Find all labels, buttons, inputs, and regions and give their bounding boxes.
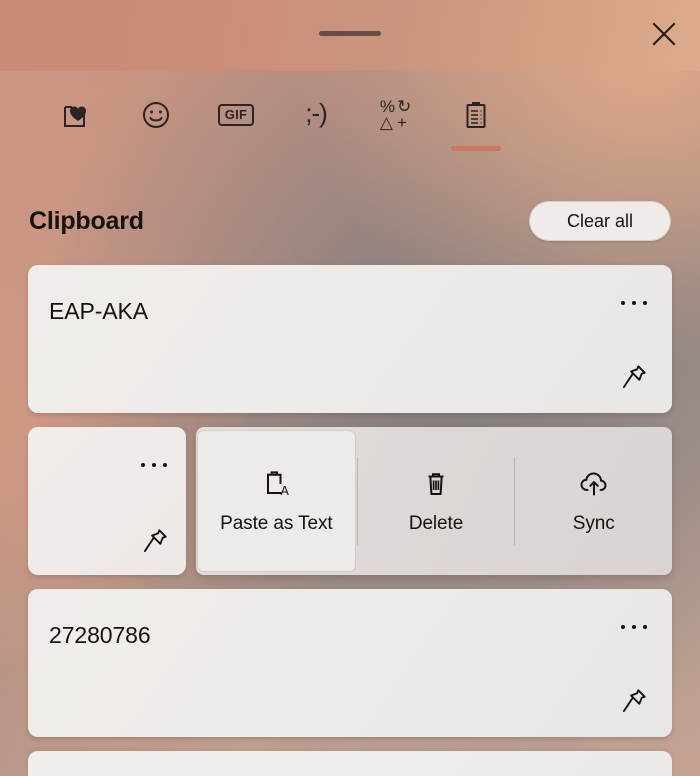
tab-clipboard[interactable] [436, 71, 516, 157]
tab-symbols[interactable]: % ↻ △ + [356, 71, 436, 157]
clipboard-flyout-window: GIF ;-) % ↻ △ + Clipboard Clear all EAP-… [0, 0, 700, 776]
clipboard-item-more-button[interactable] [612, 609, 656, 645]
gif-label: GIF [217, 104, 255, 126]
menu-item-label: Delete [408, 513, 464, 534]
symbol-plus: + [397, 113, 407, 132]
clipboard-item-more-button[interactable] [132, 447, 176, 483]
close-icon [649, 19, 679, 49]
cloud-upload-icon [577, 467, 611, 501]
clipboard-item-pin-button[interactable] [612, 359, 656, 399]
pin-icon [619, 686, 649, 721]
svg-text:A: A [281, 484, 290, 498]
symbols-glyph-grid: % ↻ △ + [379, 98, 412, 132]
menu-item-sync[interactable]: Sync [515, 427, 672, 575]
symbol-triangle: △ [379, 113, 393, 132]
clipboard-item-text: 27280786 [49, 622, 151, 648]
menu-item-delete[interactable]: Delete [358, 427, 515, 575]
tab-strip: GIF ;-) % ↻ △ + [0, 71, 700, 165]
clipboard-item[interactable]: EAP-AKA [28, 265, 672, 413]
clipboard-item-context-menu: A Paste as Text Delete Sync [196, 427, 672, 575]
ellipsis-icon [621, 625, 647, 629]
close-button[interactable] [640, 10, 688, 58]
recently-used-icon [54, 93, 98, 137]
tab-emoji[interactable] [116, 71, 196, 157]
menu-item-label: Paste as Text [220, 513, 333, 534]
tab-underline-active [451, 146, 501, 151]
clipboard-item[interactable]: 27280786 [28, 589, 672, 737]
menu-item-paste-as-text[interactable]: A Paste as Text [198, 431, 355, 571]
clipboard-item-partial[interactable] [28, 751, 672, 776]
ellipsis-icon [621, 301, 647, 305]
ellipsis-icon [141, 463, 167, 467]
gif-icon: GIF [214, 93, 258, 137]
clipboard-item-with-menu: A Paste as Text Delete Sync [28, 427, 672, 575]
clear-all-label: Clear all [566, 210, 634, 231]
pin-icon [619, 362, 649, 397]
tab-gif[interactable]: GIF [196, 71, 276, 157]
clipboard-item-text: EAP-AKA [49, 298, 149, 324]
clipboard-item-pin-button[interactable] [612, 683, 656, 723]
trash-icon [419, 467, 453, 501]
title-bar [0, 0, 700, 71]
tab-recently-used[interactable] [36, 71, 116, 157]
clipboard-section-header: Clipboard Clear all [0, 192, 700, 250]
clipboard-item-pin-button[interactable] [134, 523, 176, 563]
symbols-icon: % ↻ △ + [374, 93, 418, 137]
clear-all-button[interactable]: Clear all [529, 201, 671, 241]
window-drag-handle[interactable] [319, 31, 381, 36]
kaomoji-label: ;-) [305, 98, 328, 128]
clipboard-text-icon: A [259, 467, 293, 501]
clipboard-item[interactable] [28, 427, 186, 575]
smiley-face-icon [134, 93, 178, 137]
kaomoji-icon: ;-) [294, 93, 338, 137]
menu-item-label: Sync [572, 513, 615, 534]
pin-icon [140, 526, 170, 561]
tab-kaomoji[interactable]: ;-) [276, 71, 356, 157]
clipboard-item-more-button[interactable] [612, 285, 656, 321]
clipboard-item-list[interactable]: EAP-AKA A Paste as Text Delete Sync 2728… [0, 265, 700, 776]
page-title: Clipboard [29, 206, 144, 235]
clipboard-icon [454, 93, 498, 137]
